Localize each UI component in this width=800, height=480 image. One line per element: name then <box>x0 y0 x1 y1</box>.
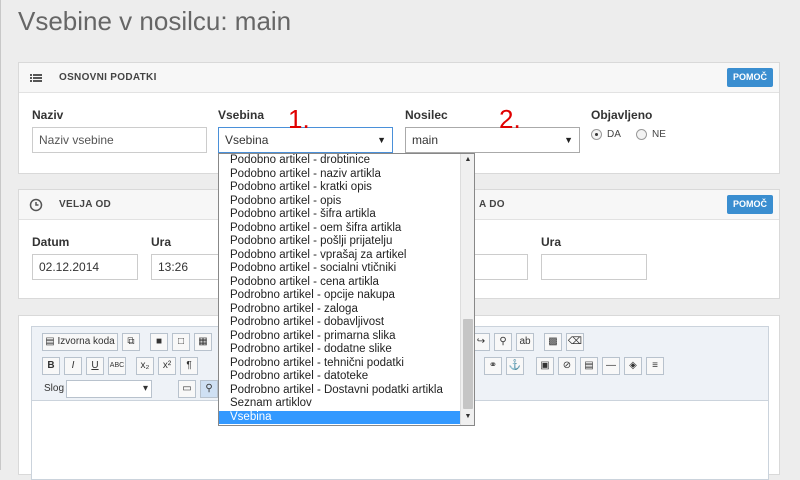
datum-input[interactable]: 02.12.2014 <box>32 254 138 280</box>
dropdown-scrollbar[interactable]: ▲ ▼ <box>460 154 474 425</box>
horizontal-line-icon[interactable]: — <box>602 357 620 375</box>
copy-icon[interactable]: ⧉ <box>122 333 140 351</box>
clock-icon <box>29 198 43 212</box>
naziv-label: Naziv <box>32 108 64 122</box>
vsebina-select-value: Vsebina <box>225 133 269 147</box>
dropdown-option[interactable]: Podobno artikel - kratki opis <box>219 181 474 195</box>
radio-da-dot <box>591 129 602 140</box>
nosilec-select[interactable]: main ▼ <box>405 127 580 153</box>
dropdown-option[interactable]: Podobno artikel - pošlji prijatelju <box>219 235 474 249</box>
anchor-icon[interactable]: ⚓ <box>506 357 524 375</box>
format-icon[interactable]: ¶ <box>180 357 198 375</box>
dropdown-option[interactable]: Podrobno artikel - zaloga <box>219 303 474 317</box>
ura-input[interactable]: 13:26 <box>151 254 221 280</box>
objavljeno-label: Objavljeno <box>591 108 653 122</box>
dropdown-option[interactable]: Podobno artikel - naziv artikla <box>219 168 474 182</box>
help-button[interactable]: POMOČ <box>726 195 773 214</box>
panel-title: OSNOVNI PODATKI <box>59 72 157 83</box>
radio-ne-dot <box>636 129 647 140</box>
dropdown-option[interactable]: Podrobno artikel - Dostavni podatki arti… <box>219 384 474 398</box>
bold-button[interactable]: B <box>42 357 60 375</box>
dropdown-option[interactable]: Podobno artikel - drobtinice <box>219 154 474 168</box>
radio-da[interactable]: DA <box>591 129 621 140</box>
new-page-icon[interactable]: □ <box>172 333 190 351</box>
scroll-up-icon[interactable]: ▲ <box>463 156 473 166</box>
dropdown-option[interactable]: Podrobno artikel - primarna slika <box>219 330 474 344</box>
dropdown-option[interactable]: Podrobno artikel - dobavljivost <box>219 316 474 330</box>
dropdown-option[interactable]: Podrobno artikel - opcije nakupa <box>219 289 474 303</box>
radio-da-label: DA <box>607 129 621 140</box>
radio-ne-label: NE <box>652 129 666 140</box>
help-button[interactable]: POMOČ <box>726 68 773 87</box>
link-icon[interactable]: ⚭ <box>484 357 502 375</box>
dropdown-option[interactable]: Seznam artiklov <box>219 397 474 411</box>
save-icon[interactable]: ■ <box>150 333 168 351</box>
datum-label: Datum <box>32 235 70 249</box>
nosilec-select-value: main <box>412 133 439 147</box>
special-char-icon[interactable]: ≡ <box>646 357 664 375</box>
dropdown-arrow-icon: ▼ <box>564 135 573 145</box>
page-title: Vsebine v nosilcu: main <box>18 6 292 36</box>
dropdown-option[interactable]: Podobno artikel - opis <box>219 195 474 209</box>
subscript-button[interactable]: x₂ <box>136 357 154 375</box>
window-edge <box>0 0 1 470</box>
source-button-label: Izvorna koda <box>57 336 115 347</box>
dropdown-option[interactable]: Podobno artikel - oem šifra artikla <box>219 222 474 236</box>
eraser-icon[interactable]: ⌫ <box>566 333 584 351</box>
dropdown-option[interactable]: Podobno artikel - vprašaj za artikel <box>219 249 474 263</box>
dropdown-option[interactable]: Podrobno artikel - dodatne slike <box>219 343 474 357</box>
annotation-1: 1. <box>288 104 310 134</box>
source-icon: ▤ <box>45 336 58 347</box>
annotation-2: 2. <box>499 104 521 134</box>
show-blocks-icon[interactable]: ▭ <box>178 380 196 398</box>
dropdown-option[interactable]: Podobno artikel - šifra artikla <box>219 208 474 222</box>
strike-button[interactable]: ABC <box>108 357 126 375</box>
image-icon[interactable]: ▣ <box>536 357 554 375</box>
scroll-thumb[interactable] <box>463 319 473 409</box>
scroll-down-icon[interactable]: ▼ <box>463 413 473 423</box>
panel-title-right: A DO <box>479 199 505 210</box>
italic-button[interactable]: I <box>64 357 82 375</box>
date-to-input[interactable] <box>474 254 528 280</box>
dropdown-items: Podobno artikel - drobtinice Podobno arti… <box>219 154 474 424</box>
table-icon[interactable]: ▤ <box>580 357 598 375</box>
dropdown-arrow-icon: ▼ <box>377 135 386 145</box>
dropdown-option[interactable]: Vsebina <box>219 410 474 424</box>
ura-label: Ura <box>151 235 172 249</box>
smiley-icon[interactable]: ◈ <box>624 357 642 375</box>
preview-icon[interactable]: ▦ <box>194 333 212 351</box>
panel-title: VELJA OD <box>59 199 112 210</box>
vsebina-label: Vsebina <box>218 108 265 122</box>
list-icon <box>29 71 43 85</box>
ura2-label: Ura <box>541 235 562 249</box>
flash-icon[interactable]: ⊘ <box>558 357 576 375</box>
radio-ne[interactable]: NE <box>636 129 666 140</box>
find-icon[interactable]: ⚲ <box>494 333 512 351</box>
slog-label: Slog <box>44 383 65 394</box>
naziv-input[interactable]: Naziv vsebine <box>32 127 207 153</box>
select-all-icon[interactable]: ▩ <box>544 333 562 351</box>
vsebina-dropdown-list[interactable]: Podobno artikel - drobtinice Podobno arti… <box>218 153 475 426</box>
replace-icon[interactable]: ab <box>516 333 534 351</box>
dropdown-option[interactable]: Podobno artikel - cena artikla <box>219 276 474 290</box>
style-select[interactable]: ▾ <box>66 380 152 398</box>
source-button[interactable]: ▤ Izvorna koda <box>42 333 118 351</box>
dropdown-option[interactable]: Podrobno artikel - datoteke <box>219 370 474 384</box>
nosilec-label: Nosilec <box>405 108 448 122</box>
dropdown-option[interactable]: Podrobno artikel - tehnični podatki <box>219 357 474 371</box>
ura2-input[interactable] <box>541 254 647 280</box>
zoom-icon[interactable]: ⚲ <box>200 380 218 398</box>
superscript-button[interactable]: x² <box>158 357 176 375</box>
dropdown-option[interactable]: Podobno artikel - socialni vtičniki <box>219 262 474 276</box>
basic-data-panel-header: OSNOVNI PODATKI POMOČ <box>19 63 779 93</box>
underline-button[interactable]: U <box>86 357 104 375</box>
